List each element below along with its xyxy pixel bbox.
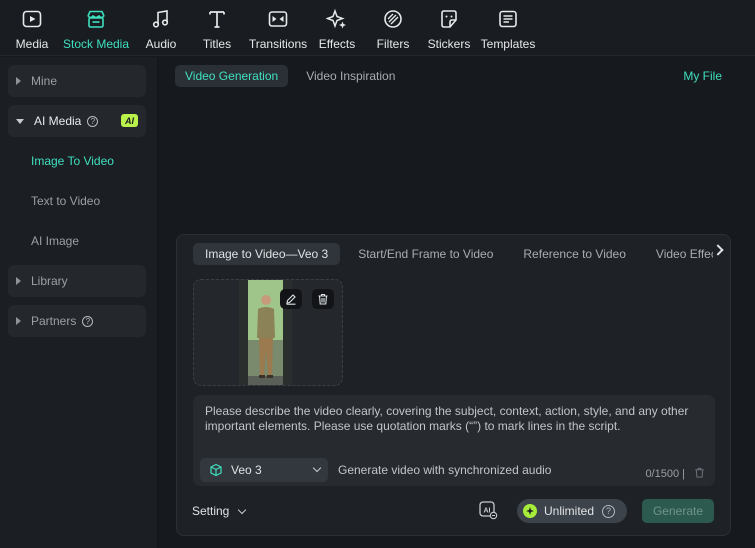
tab-image-to-video-veo3[interactable]: Image to Video—Veo 3 <box>193 243 341 265</box>
sidebar-item-partners[interactable]: Partners ? <box>8 305 146 337</box>
toolbar-media-label: Media <box>15 37 49 51</box>
chevron-right-icon[interactable] <box>712 244 724 256</box>
ai-badge: AI <box>121 114 138 127</box>
caret-down-icon <box>16 118 24 124</box>
my-file-link[interactable]: My File <box>683 69 722 83</box>
caret-right-icon <box>16 277 21 285</box>
unlimited-credits-pill[interactable]: Unlimited ? <box>517 499 627 523</box>
prompt-area[interactable]: Please describe the video clearly, cover… <box>193 395 715 486</box>
setting-dropdown[interactable]: Setting <box>192 504 247 518</box>
toolbar-stickers[interactable]: Stickers <box>428 6 470 52</box>
model-select-value: Veo 3 <box>231 463 262 477</box>
pencil-icon <box>286 294 296 305</box>
setting-label: Setting <box>192 504 230 518</box>
trash-icon <box>318 293 328 305</box>
uploaded-image-thumbnail[interactable] <box>193 279 343 386</box>
prompt-input[interactable]: Please describe the video clearly, cover… <box>205 404 695 434</box>
toolbar-media[interactable]: Media <box>14 6 50 52</box>
store-icon <box>87 10 105 28</box>
sidebar: Mine AI Media ? AI Image To Video Text t… <box>0 57 158 548</box>
toolbar-transitions[interactable]: Transitions <box>248 6 308 52</box>
toolbar-templates-label: Templates <box>480 37 536 51</box>
chevron-down-icon <box>312 463 322 473</box>
main-tabs: Video Generation Video Inspiration <box>175 65 405 87</box>
generation-panel: Image to Video—Veo 3 Start/End Frame to … <box>176 234 731 536</box>
tab-reference-to-video[interactable]: Reference to Video <box>511 243 638 265</box>
caret-right-icon <box>16 317 21 325</box>
clear-prompt-icon[interactable] <box>694 467 705 478</box>
toolbar-audio[interactable]: Audio <box>143 6 179 52</box>
ai-assist-icon[interactable]: AI <box>478 500 498 520</box>
toolbar-titles[interactable]: Titles <box>200 6 234 52</box>
sidebar-item-mine-label: Mine <box>31 74 58 88</box>
sidebar-item-ai-media[interactable]: AI Media ? AI <box>8 105 146 137</box>
toolbar-filters[interactable]: Filters <box>376 6 410 52</box>
audio-note: Generate video with synchronized audio <box>338 463 552 477</box>
music-note-icon <box>152 10 169 28</box>
toolbar-stock-media[interactable]: Stock Media <box>62 6 130 52</box>
unlimited-label: Unlimited <box>544 504 595 518</box>
svg-text:AI: AI <box>484 508 491 515</box>
toolbar-transitions-label: Transitions <box>248 37 308 51</box>
tab-video-effects[interactable]: Video Effects <box>644 243 713 265</box>
chevron-down-icon <box>238 505 247 514</box>
sidebar-item-image-to-video[interactable]: Image To Video <box>31 154 114 168</box>
filter-icon <box>384 10 402 28</box>
toolbar-titles-label: Titles <box>202 37 232 51</box>
text-t-icon <box>209 11 225 28</box>
sparkle-icon <box>326 8 346 29</box>
caret-right-icon <box>16 77 21 85</box>
cube-icon <box>210 463 222 477</box>
tab-video-generation[interactable]: Video Generation <box>175 65 289 87</box>
tab-start-end-frame[interactable]: Start/End Frame to Video <box>346 243 505 265</box>
toolbar-stock-media-label: Stock Media <box>62 37 130 51</box>
credit-icon <box>523 504 537 518</box>
help-icon[interactable]: ? <box>602 504 616 518</box>
sidebar-item-ai-media-label: AI Media <box>34 114 82 128</box>
mode-tabs: Image to Video—Veo 3 Start/End Frame to … <box>193 243 713 265</box>
sidebar-item-mine[interactable]: Mine <box>8 65 146 97</box>
generate-button[interactable]: Generate <box>642 499 714 523</box>
sidebar-item-text-to-video[interactable]: Text to Video <box>31 194 100 208</box>
sidebar-item-partners-label: Partners <box>31 314 77 328</box>
edit-image-button[interactable] <box>280 289 302 309</box>
toolbar-effects[interactable]: Effects <box>318 6 356 52</box>
toolbar-audio-label: Audio <box>145 37 177 51</box>
tab-video-inspiration[interactable]: Video Inspiration <box>296 65 405 87</box>
toolbar-effects-label: Effects <box>318 37 356 51</box>
sticker-icon <box>441 10 457 28</box>
toolbar-templates[interactable]: Templates <box>480 6 536 52</box>
template-icon <box>499 10 517 28</box>
media-icon <box>22 10 42 28</box>
sidebar-item-library-label: Library <box>31 274 68 288</box>
model-select[interactable]: Veo 3 <box>200 458 328 482</box>
sidebar-item-ai-image[interactable]: AI Image <box>31 234 79 248</box>
toolbar-stickers-label: Stickers <box>427 37 471 51</box>
sidebar-item-library[interactable]: Library <box>8 265 146 297</box>
character-counter: 0/1500 | <box>645 468 685 480</box>
help-icon[interactable]: ? <box>82 315 94 327</box>
top-toolbar: Media Stock Media Audio Titles Transitio… <box>0 0 755 56</box>
help-icon[interactable]: ? <box>87 115 99 127</box>
delete-image-button[interactable] <box>312 289 334 309</box>
toolbar-filters-label: Filters <box>376 37 410 51</box>
main-area: Video Generation Video Inspiration My Fi… <box>159 57 755 548</box>
transition-icon <box>268 11 288 27</box>
